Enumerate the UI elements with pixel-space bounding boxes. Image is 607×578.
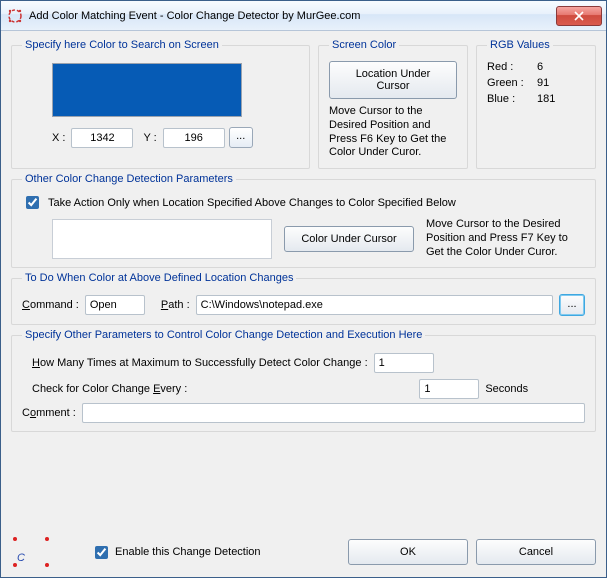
dialog-window: Add Color Matching Event - Color Change … (0, 0, 607, 578)
pick-xy-button[interactable]: ... (229, 127, 253, 148)
search-color-legend: Specify here Color to Search on Screen (22, 39, 222, 51)
green-value: 91 (537, 77, 549, 89)
window-title: Add Color Matching Event - Color Change … (29, 10, 556, 22)
titlebar: Add Color Matching Event - Color Change … (1, 1, 606, 31)
comment-input[interactable] (82, 403, 585, 423)
enable-detection-checkbox[interactable] (95, 546, 108, 559)
exec-params-legend: Specify Other Parameters to Control Colo… (22, 329, 425, 341)
rgb-group: RGB Values Red :6 Green :91 Blue :181 (476, 39, 596, 169)
screen-color-legend: Screen Color (329, 39, 399, 51)
path-input[interactable] (196, 295, 553, 315)
take-action-label: Take Action Only when Location Specified… (48, 197, 456, 209)
interval-input[interactable] (419, 379, 479, 399)
cancel-button[interactable]: Cancel (476, 539, 596, 565)
rgb-legend: RGB Values (487, 39, 553, 51)
screen-color-note: Move Cursor to the Desired Position and … (329, 105, 457, 160)
color-under-cursor-button[interactable]: Color Under Cursor (284, 226, 414, 252)
take-action-checkbox[interactable] (26, 196, 39, 209)
close-icon (574, 11, 584, 21)
exec-params-group: Specify Other Parameters to Control Colo… (11, 329, 596, 432)
blue-value: 181 (537, 93, 555, 105)
footer: C Enable this Change Detection OK Cancel (1, 531, 606, 577)
browse-path-button[interactable]: ... (559, 294, 585, 316)
target-color-swatch (52, 219, 272, 259)
y-input[interactable] (163, 128, 225, 148)
todo-group: To Do When Color at Above Defined Locati… (11, 272, 596, 325)
svg-text:C: C (17, 552, 25, 564)
y-label: Y : (143, 132, 156, 144)
close-button[interactable] (556, 6, 602, 26)
screen-color-group: Screen Color Location Under Cursor Move … (318, 39, 468, 169)
todo-legend: To Do When Color at Above Defined Locati… (22, 272, 296, 284)
other-params-group: Other Color Change Detection Parameters … (11, 173, 596, 268)
other-params-legend: Other Color Change Detection Parameters (22, 173, 236, 185)
location-under-cursor-button[interactable]: Location Under Cursor (329, 61, 457, 99)
max-times-input[interactable] (374, 353, 434, 373)
ok-button[interactable]: OK (348, 539, 468, 565)
other-note: Move Cursor to the Desired Position and … (426, 218, 585, 259)
app-logo: C (11, 535, 51, 569)
red-value: 6 (537, 61, 543, 73)
interval-unit: Seconds (485, 383, 528, 395)
x-label: X : (52, 132, 65, 144)
app-icon (7, 8, 23, 24)
search-color-swatch (52, 63, 242, 117)
search-color-group: Specify here Color to Search on Screen X… (11, 39, 310, 169)
x-input[interactable] (71, 128, 133, 148)
command-input[interactable] (85, 295, 145, 315)
enable-detection-label: Enable this Change Detection (115, 546, 261, 558)
